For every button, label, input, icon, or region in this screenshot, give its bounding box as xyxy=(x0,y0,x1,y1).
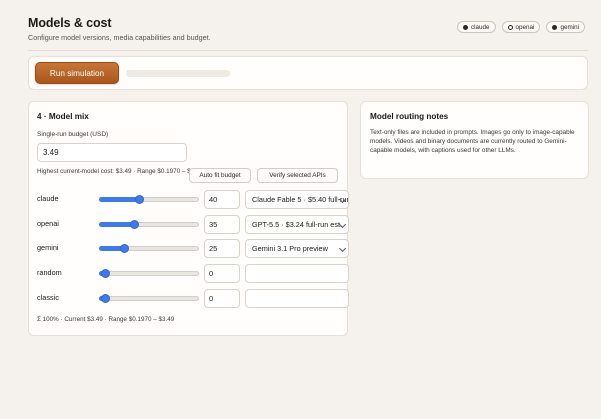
mix-row-openai: openai 35 GPT-5.5 · $3.24 full-run est. xyxy=(37,215,349,234)
slider-fill xyxy=(99,197,139,202)
weight-input[interactable]: 0 xyxy=(204,264,240,283)
weight-slider[interactable] xyxy=(99,220,199,229)
slider-track xyxy=(99,296,199,301)
header-divider xyxy=(28,50,588,51)
provider-badges: claude openai gemini xyxy=(456,21,585,33)
row-label: random xyxy=(37,268,62,277)
model-select[interactable]: Claude Fable 5 · $5.40 full-run xyxy=(245,190,349,209)
budget-label: Single-run budget (USD) xyxy=(37,131,109,138)
slider-thumb[interactable] xyxy=(100,269,110,278)
budget-note: Highest current-model cost: $3.49 · Rang… xyxy=(37,168,203,175)
model-select-value: Gemini 3.1 Pro preview xyxy=(252,244,328,253)
mix-summary: Σ 100% · Current $3.49 · Range $0.1970 –… xyxy=(37,316,175,323)
routing-notes-title: Model routing notes xyxy=(370,112,449,121)
row-label: openai xyxy=(37,219,59,228)
mix-row-random: random 0 xyxy=(37,264,349,283)
model-select-value: GPT-5.5 · $3.24 full-run est. xyxy=(252,220,343,229)
run-progress-bar xyxy=(126,70,230,77)
weight-input[interactable]: 35 xyxy=(204,215,240,234)
weight-input[interactable]: 0 xyxy=(204,289,240,308)
weight-slider[interactable] xyxy=(99,195,199,204)
slider-thumb[interactable] xyxy=(134,195,144,204)
weight-slider[interactable] xyxy=(99,269,199,278)
slider-thumb[interactable] xyxy=(129,220,139,229)
page-subtitle: Configure model versions, media capabili… xyxy=(28,33,211,42)
badge-gemini[interactable]: gemini xyxy=(546,21,585,33)
routing-notes-body: Text-only files are included in prompts.… xyxy=(370,129,575,154)
weight-slider[interactable] xyxy=(99,244,199,253)
row-label: classic xyxy=(37,293,59,302)
row-label: claude xyxy=(37,194,59,203)
auto-fit-budget-button[interactable]: Auto fit budget xyxy=(189,168,251,183)
model-mix-card: 4 · Model mix Single-run budget (USD) 3.… xyxy=(28,101,349,336)
run-card: Run simulation xyxy=(28,56,588,90)
badge-label: openai xyxy=(515,23,535,31)
verify-apis-button[interactable]: Verify selected APIs xyxy=(257,168,338,183)
model-select-empty[interactable] xyxy=(245,289,349,308)
model-select-empty[interactable] xyxy=(245,264,349,283)
filled-dot-icon xyxy=(462,24,468,30)
weight-slider[interactable] xyxy=(99,294,199,303)
badge-label: claude xyxy=(470,23,490,31)
slider-track xyxy=(99,271,199,276)
model-mix-title: 4 · Model mix xyxy=(37,112,89,121)
model-select[interactable]: GPT-5.5 · $3.24 full-run est. xyxy=(245,215,349,234)
routing-notes-card: Model routing notes Text-only files are … xyxy=(360,101,589,179)
row-label: gemini xyxy=(37,243,59,252)
badge-claude[interactable]: claude xyxy=(456,21,496,33)
slider-fill xyxy=(99,222,134,227)
chevron-down-icon xyxy=(338,244,347,253)
badge-label: gemini xyxy=(560,23,579,31)
empty-dot-icon xyxy=(507,24,513,30)
slider-thumb[interactable] xyxy=(119,244,129,253)
mix-row-classic: classic 0 xyxy=(37,289,349,308)
weight-input[interactable]: 25 xyxy=(204,239,240,258)
badge-openai[interactable]: openai xyxy=(501,21,541,33)
mix-row-gemini: gemini 25 Gemini 3.1 Pro preview xyxy=(37,239,349,258)
budget-input[interactable]: 3.49 xyxy=(37,143,187,162)
model-select[interactable]: Gemini 3.1 Pro preview xyxy=(245,239,349,258)
models-cost-page: Models & cost Configure model versions, … xyxy=(0,0,601,419)
run-simulation-button[interactable]: Run simulation xyxy=(35,62,119,84)
page-header: Models & cost Configure model versions, … xyxy=(28,16,588,50)
weight-input[interactable]: 40 xyxy=(204,190,240,209)
slider-thumb[interactable] xyxy=(100,294,110,303)
mix-row-claude: claude 40 Claude Fable 5 · $5.40 full-ru… xyxy=(37,190,349,209)
filled-dot-icon xyxy=(552,24,558,30)
model-select-value: Claude Fable 5 · $5.40 full-run xyxy=(252,195,349,204)
